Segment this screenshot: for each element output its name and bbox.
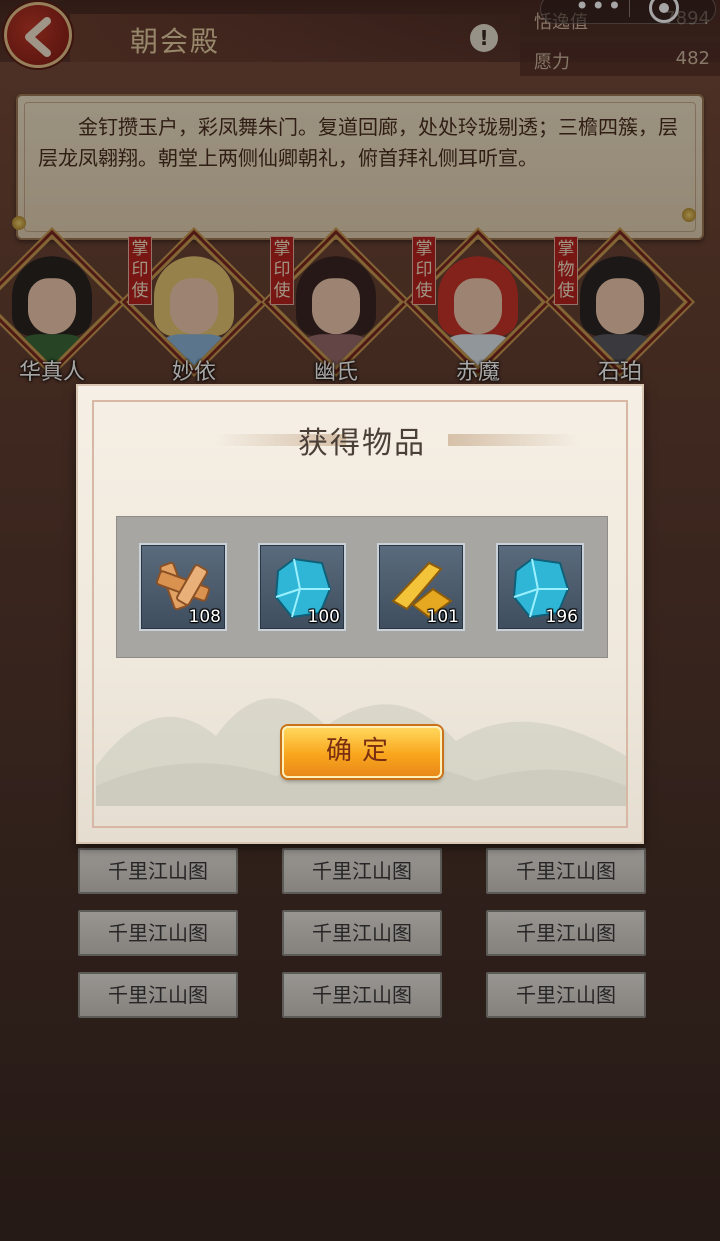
item-count: 100 [307, 607, 340, 627]
dialog-title: 获得物品 [298, 426, 426, 461]
game-screen: 朝会殿 ! 恬逸值 7894 愿力 482 ••• 金钉攒玉户，彩凤舞朱门。复道… [0, 0, 720, 1241]
reward-items-box: 108 100 101 196 [116, 516, 608, 658]
item-count: 108 [188, 607, 221, 627]
reward-item[interactable]: 101 [377, 543, 465, 631]
reward-item[interactable]: 108 [139, 543, 227, 631]
reward-item[interactable]: 100 [258, 543, 346, 631]
reward-dialog: 获得物品 108 100 101 196 确定 [76, 384, 644, 844]
item-count: 101 [426, 607, 459, 627]
confirm-button[interactable]: 确定 [282, 726, 442, 778]
reward-item[interactable]: 196 [496, 543, 584, 631]
item-count: 196 [545, 607, 578, 627]
